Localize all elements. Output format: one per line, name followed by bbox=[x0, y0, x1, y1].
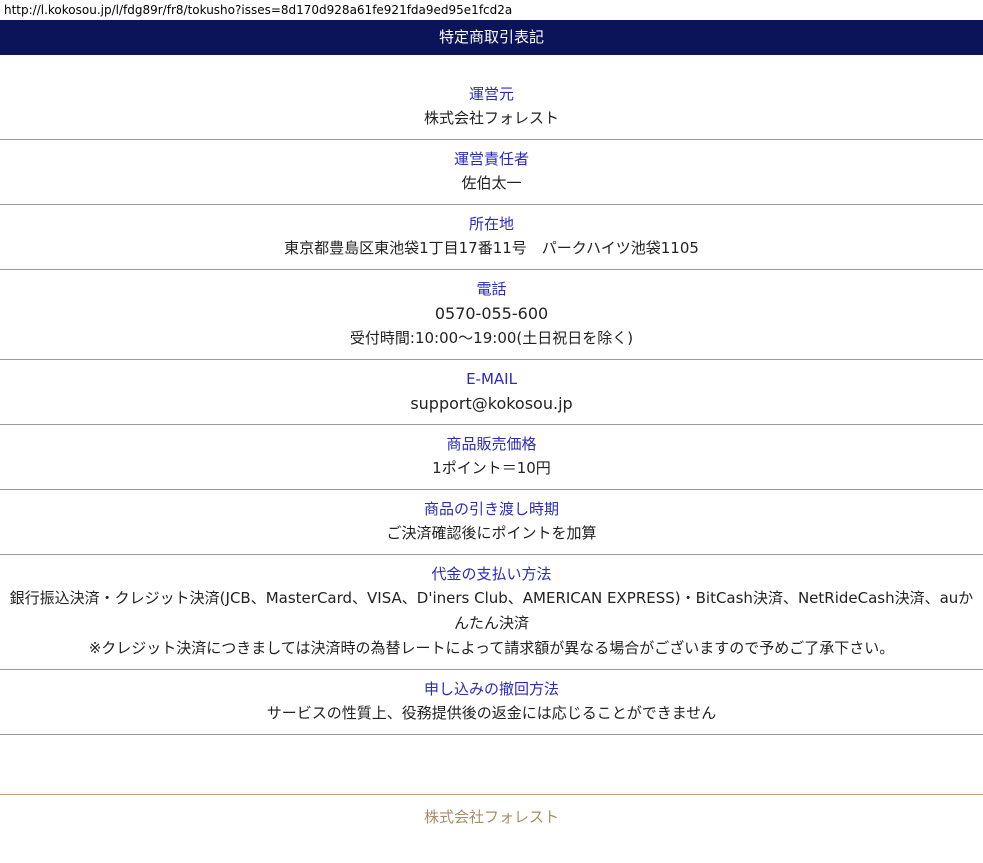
footer: 株式会社フォレスト bbox=[0, 794, 983, 828]
top-spacer bbox=[0, 55, 983, 80]
payment-note: ※クレジット決済につきましては決済時の為替レートによって請求額が異なる場合がござ… bbox=[88, 639, 895, 657]
section-label: 申し込みの撤回方法 bbox=[423, 680, 559, 698]
section-payment: 代金の支払い方法 銀行振込決済・クレジット決済(JCB、MasterCard、V… bbox=[0, 555, 983, 670]
section-address: 所在地 東京都豊島区東池袋1丁目17番11号 パークハイツ池袋1105 bbox=[0, 205, 983, 270]
section-label: 代金の支払い方法 bbox=[431, 565, 552, 583]
payment-methods: 銀行振込決済・クレジット決済(JCB、MasterCard、VISA、D'ine… bbox=[9, 589, 974, 632]
section-label: E-MAIL bbox=[466, 370, 517, 388]
section-label: 所在地 bbox=[468, 215, 514, 233]
disclosure-list: 運営元 株式会社フォレスト 運営責任者 佐伯太一 所在地 東京都豊島区東池袋1丁… bbox=[0, 80, 983, 735]
section-label: 商品販売価格 bbox=[446, 435, 537, 453]
section-email: E-MAIL support@kokosou.jp bbox=[0, 360, 983, 425]
section-delivery: 商品の引き渡し時期 ご決済確認後にポイントを加算 bbox=[0, 490, 983, 555]
section-label: 運営責任者 bbox=[453, 150, 529, 168]
section-value: 1ポイント＝10円 bbox=[432, 459, 551, 477]
footer-company: 株式会社フォレスト bbox=[423, 808, 559, 826]
footer-spacer bbox=[0, 735, 983, 794]
phone-number: 0570-055-600 bbox=[434, 304, 549, 323]
section-value: 株式会社フォレスト bbox=[423, 109, 559, 127]
section-value: 佐伯太一 bbox=[461, 174, 522, 192]
page-title: 特定商取引表記 bbox=[0, 20, 983, 55]
section-value: ご決済確認後にポイントを加算 bbox=[386, 524, 597, 542]
email-address: support@kokosou.jp bbox=[410, 394, 573, 413]
section-phone: 電話 0570-055-600 受付時間:10:00～19:00(土日祝日を除く… bbox=[0, 270, 983, 360]
phone-hours: 受付時間:10:00～19:00(土日祝日を除く) bbox=[349, 329, 634, 347]
section-operator: 運営元 株式会社フォレスト bbox=[0, 80, 983, 140]
section-price: 商品販売価格 1ポイント＝10円 bbox=[0, 425, 983, 490]
section-label: 電話 bbox=[476, 280, 507, 298]
section-withdrawal: 申し込みの撤回方法 サービスの性質上、役務提供後の返金には応じることができません bbox=[0, 670, 983, 735]
browser-url: http://l.kokosou.jp/l/fdg89r/fr8/tokusho… bbox=[4, 3, 513, 17]
section-value: サービスの性質上、役務提供後の返金には応じることができません bbox=[266, 704, 717, 722]
section-label: 商品の引き渡し時期 bbox=[423, 500, 559, 518]
section-label: 運営元 bbox=[468, 85, 514, 103]
section-manager: 運営責任者 佐伯太一 bbox=[0, 140, 983, 205]
section-value: 東京都豊島区東池袋1丁目17番11号 パークハイツ池袋1105 bbox=[284, 239, 699, 257]
